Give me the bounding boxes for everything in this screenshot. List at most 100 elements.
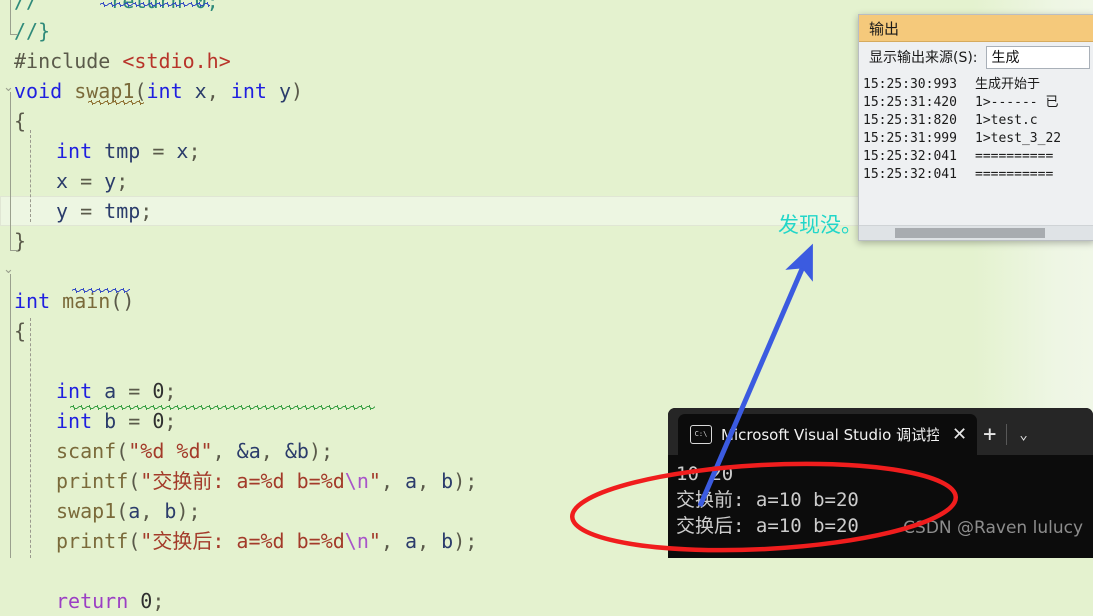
code-token: 0 <box>152 379 165 403</box>
code-token: ) <box>291 79 304 103</box>
code-token: , <box>140 499 165 523</box>
code-token: 0 <box>152 409 165 433</box>
output-row-message: ========== <box>975 167 1054 182</box>
code-token: \n <box>344 529 369 553</box>
code-token: x <box>194 79 207 103</box>
indent-guide-main <box>30 318 31 558</box>
code-token: a <box>405 529 418 553</box>
output-window-tab[interactable]: 输出 <box>859 15 1093 42</box>
code-token: b <box>164 499 177 523</box>
code-token: a <box>405 469 418 493</box>
code-token: b <box>441 469 454 493</box>
fold-arrow-main-icon[interactable]: ⌄ <box>3 262 14 277</box>
code-token: <stdio.h> <box>122 49 231 73</box>
code-token: { <box>14 109 27 133</box>
terminal-tab-title: Microsoft Visual Studio 调试控 <box>721 426 939 444</box>
code-token: "%d %d" <box>128 439 213 463</box>
code-token: swap1 <box>56 499 117 523</box>
output-source-select[interactable]: 生成 <box>985 45 1090 69</box>
code-token: y <box>104 169 117 193</box>
code-token: , <box>260 439 285 463</box>
code-token: int <box>56 379 105 403</box>
code-token: ; <box>164 379 177 403</box>
fold-bracket-main <box>10 274 11 558</box>
output-row-time: 15:25:32:041 <box>863 149 957 164</box>
code-token: int <box>230 79 279 103</box>
code-token: printf <box>56 529 129 553</box>
code-token: int <box>14 289 63 313</box>
output-horizontal-scrollbar[interactable] <box>859 225 1093 240</box>
code-token: ); <box>176 499 201 523</box>
code-token: ); <box>453 469 478 493</box>
code-token: ; <box>164 409 177 433</box>
terminal-tab[interactable]: C:\ Microsoft Visual Studio 调试控 ✕ <box>678 414 978 455</box>
code-line: { <box>0 316 1093 346</box>
code-token: \n <box>344 469 369 493</box>
chevron-down-icon[interactable]: ⌄ <box>1011 414 1035 455</box>
close-icon[interactable]: ✕ <box>948 424 967 445</box>
output-window[interactable]: 输出 显示输出来源(S): 生成 15:25:30:993 生成开始于 15:25:… <box>858 14 1093 241</box>
squiggle-swap1-brown <box>88 100 144 105</box>
code-token: printf <box>56 469 129 493</box>
new-tab-icon[interactable]: + <box>977 414 1002 455</box>
code-token: tmp <box>104 199 141 223</box>
output-row-time: 15:25:32:041 <box>863 167 957 182</box>
code-token: return <box>56 589 141 613</box>
output-row-time: 15:25:31:420 <box>863 95 957 110</box>
code-token: x <box>56 169 69 193</box>
indent-guide-swap1 <box>30 130 31 222</box>
code-token: { <box>14 319 27 343</box>
code-token: void <box>14 79 75 103</box>
code-token: " <box>368 529 381 553</box>
code-token: ; <box>140 199 153 223</box>
code-token: = <box>116 409 153 433</box>
output-row-time: 15:25:30:993 <box>863 77 957 92</box>
terminal-line: 10 20 <box>676 463 734 485</box>
output-source-label: 显示输出来源(S): <box>869 50 978 66</box>
code-token: a <box>128 499 141 523</box>
code-token: b <box>441 529 454 553</box>
debug-console-window[interactable]: C:\ Microsoft Visual Studio 调试控 ✕ + ⌄ 10… <box>668 408 1093 558</box>
squiggle-main-blue <box>72 288 130 293</box>
output-row-message: 生成开始于 <box>975 77 1041 92</box>
output-scrollbar-thumb[interactable] <box>895 228 1045 238</box>
code-token: b <box>104 409 117 433</box>
code-token: = <box>68 169 105 193</box>
code-token: , <box>380 469 406 493</box>
code-token: 0 <box>140 589 153 613</box>
code-token: #include <box>14 49 123 73</box>
output-log-row: 15:25:31:999 1>test_3_22 <box>863 130 1093 148</box>
output-row-message: 1>------ 已 <box>975 95 1059 110</box>
code-token: int <box>146 79 195 103</box>
output-log-row: 15:25:30:993 生成开始于 <box>863 76 1093 94</box>
output-window-tab-label: 输出 <box>869 19 900 38</box>
code-token: int <box>56 139 105 163</box>
fold-bracket-swap1-foot <box>10 250 18 251</box>
code-token: ; <box>152 589 165 613</box>
code-token: , <box>212 439 237 463</box>
code-line: int main() <box>0 286 1093 316</box>
code-token: y <box>278 79 292 103</box>
fold-bracket-comment-foot <box>10 34 18 35</box>
output-log-row: 15:25:31:420 1>------ 已 <box>863 94 1093 112</box>
code-token: tmp <box>104 139 141 163</box>
code-token: &b <box>284 439 309 463</box>
code-token: x <box>176 139 189 163</box>
code-line: return 0; <box>0 586 1093 616</box>
tabbar-divider <box>1006 424 1008 445</box>
fold-arrow-swap1-icon[interactable]: ⌄ <box>3 80 14 95</box>
output-toolbar: 显示输出来源(S): 生成 <box>859 42 1093 72</box>
code-token: ( <box>128 529 141 553</box>
code-token: = <box>140 139 177 163</box>
code-token: scanf <box>56 439 117 463</box>
code-token: " <box>368 469 381 493</box>
code-token: ( <box>116 439 129 463</box>
output-log-body[interactable]: 15:25:30:993 生成开始于 15:25:31:420 1>------ 已1… <box>859 72 1093 226</box>
output-log-row: 15:25:31:820 1>test.c <box>863 112 1093 130</box>
code-token: "交换前: a=%d b=%d <box>140 469 345 493</box>
terminal-tab-bar: C:\ Microsoft Visual Studio 调试控 ✕ + ⌄ <box>668 408 1093 455</box>
squiggle-scanf-green <box>70 405 375 410</box>
